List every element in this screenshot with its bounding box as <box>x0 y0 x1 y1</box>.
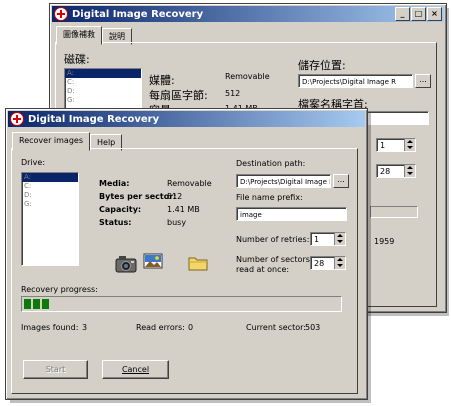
tab-recover-images[interactable]: Recover images <box>12 132 90 151</box>
back-sectors-value: 28 <box>380 167 391 176</box>
spinner-arrows[interactable] <box>404 139 415 151</box>
cancel-button-label: Cancel <box>121 365 150 374</box>
back-retries-value: 1 <box>380 141 386 150</box>
read-errors-label: Read errors: <box>136 323 185 332</box>
file-name-prefix-field[interactable]: image <box>236 207 347 221</box>
start-button[interactable]: Start <box>23 360 88 379</box>
back-sectors-spinner[interactable]: 28 <box>376 164 416 178</box>
list-item[interactable]: A: <box>22 173 78 182</box>
image-icon <box>143 253 163 269</box>
front-window: Digital Image Recovery Recover images He… <box>5 108 368 400</box>
camera-icon <box>115 256 137 273</box>
close-button[interactable]: × <box>427 7 442 21</box>
folder-icon <box>188 257 208 271</box>
status-label: Status: <box>99 218 132 227</box>
bytes-per-sector-label: Bytes per sector: <box>99 192 177 201</box>
bytes-per-sector-value: 512 <box>167 192 183 201</box>
spinner-arrows[interactable] <box>404 165 415 177</box>
app-icon <box>10 112 24 126</box>
images-found-label: Images found: <box>21 323 79 332</box>
app-icon <box>54 7 68 21</box>
progress-block <box>24 299 31 309</box>
list-item[interactable]: D: <box>65 87 141 96</box>
sectors-label-line2: read at once: <box>236 265 290 274</box>
minimize-button[interactable]: _ <box>395 7 410 21</box>
back-retries-spinner[interactable]: 1 <box>376 138 416 152</box>
back-progress-bar <box>370 206 418 218</box>
spinner-arrows[interactable] <box>334 233 345 245</box>
back-dest-label: 儲存位置: <box>298 59 346 72</box>
maximize-button[interactable]: □ <box>411 7 426 21</box>
capacity-label: Capacity: <box>99 205 142 214</box>
recovery-progress-bar <box>21 296 342 312</box>
back-titlebar: Digital Image Recovery _ □ × <box>52 6 444 22</box>
retries-label: Number of retries: <box>236 235 310 244</box>
progress-block <box>42 299 49 309</box>
back-drive-label: 磁碟: <box>64 53 90 66</box>
front-window-title: Digital Image Recovery <box>28 113 160 125</box>
back-bytes-label: 每扇區字節: <box>149 89 208 102</box>
spinner-arrows[interactable] <box>334 257 345 269</box>
browse-button[interactable]: ... <box>333 174 349 188</box>
sectors-spinner[interactable]: 28 <box>310 256 346 270</box>
file-name-prefix-label: File name prefix: <box>236 193 303 202</box>
list-item[interactable]: G: <box>65 96 141 105</box>
list-item[interactable]: C: <box>65 78 141 87</box>
retries-value: 1 <box>314 235 320 244</box>
list-item[interactable]: A: <box>65 69 141 78</box>
capacity-value: 1.41 MB <box>167 205 200 214</box>
retries-spinner[interactable]: 1 <box>310 232 346 246</box>
list-item[interactable]: G: <box>22 200 78 209</box>
front-tab-panel: Drive: A: C: D: G: Media: Removable Byte… <box>11 148 358 394</box>
cancel-button[interactable]: Cancel <box>102 360 169 379</box>
destination-path-field[interactable]: D:\Projects\Digital Image R <box>236 174 331 188</box>
progress-block <box>33 299 40 309</box>
back-bytes-value: 512 <box>225 89 241 98</box>
sectors-label-line1: Number of sectors to <box>236 255 321 264</box>
back-browse-button[interactable]: ... <box>415 74 431 88</box>
list-item[interactable]: D: <box>22 191 78 200</box>
media-value: Removable <box>167 179 212 188</box>
drive-list[interactable]: A: C: D: G: <box>21 172 79 266</box>
back-sector-value: 1959 <box>374 237 395 246</box>
sectors-value: 28 <box>314 259 325 268</box>
current-sector-label: Current sector: <box>246 323 306 332</box>
images-found-value: 3 <box>82 323 88 332</box>
destination-path-label: Destination path: <box>236 159 306 168</box>
back-window-title: Digital Image Recovery <box>72 8 204 20</box>
back-dest-field[interactable]: D:\Projects\Digital Image R <box>298 74 413 88</box>
status-value: busy <box>167 218 187 227</box>
list-item[interactable]: C: <box>22 182 78 191</box>
back-media-label: 媒體: <box>149 74 175 87</box>
current-sector-value: 503 <box>305 323 321 332</box>
back-media-value: Removable <box>225 72 270 81</box>
read-errors-value: 0 <box>188 323 194 332</box>
front-titlebar: Digital Image Recovery <box>8 111 365 127</box>
recovery-progress-label: Recovery progress: <box>21 285 98 294</box>
media-label: Media: <box>99 179 130 188</box>
drive-label: Drive: <box>21 158 46 167</box>
start-button-label: Start <box>45 365 66 374</box>
back-tab-recover[interactable]: 圖像補救 <box>56 26 102 45</box>
